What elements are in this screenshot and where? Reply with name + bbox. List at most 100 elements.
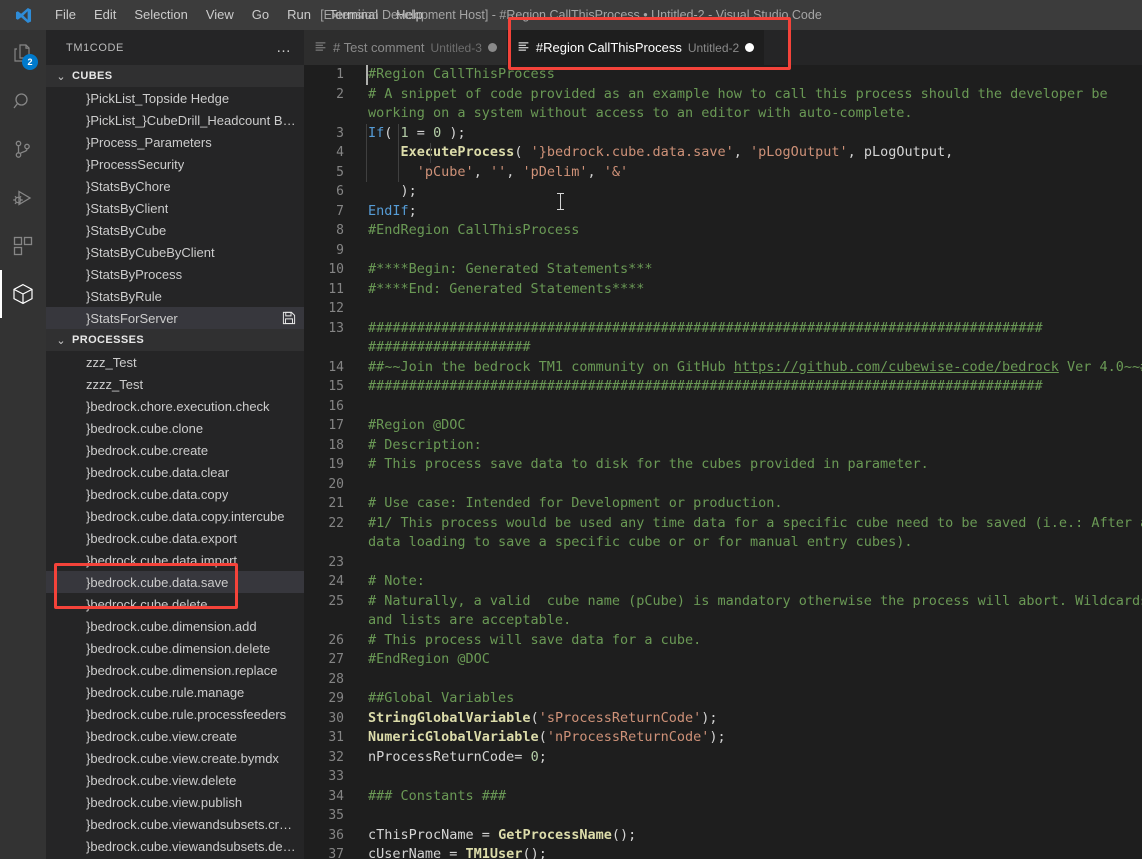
save-icon[interactable] [282, 311, 296, 325]
code-line[interactable] [368, 670, 1142, 690]
code-line[interactable]: and lists are acceptable. [368, 611, 1142, 631]
tree-item[interactable]: }bedrock.cube.data.save [46, 571, 304, 593]
activity-item-search[interactable] [0, 78, 46, 126]
code-line[interactable]: nProcessReturnCode= 0; [368, 748, 1142, 768]
activity-item-source-control[interactable] [0, 126, 46, 174]
code-line[interactable]: # Naturally, a valid cube name (pCube) i… [368, 592, 1142, 612]
code-line[interactable]: #****Begin: Generated Statements*** [368, 260, 1142, 280]
code-line[interactable]: NumericGlobalVariable('nProcessReturnCod… [368, 728, 1142, 748]
tree-item[interactable]: }bedrock.cube.create [46, 439, 304, 461]
code-line[interactable] [368, 767, 1142, 787]
tree-item[interactable]: }bedrock.cube.rule.manage [46, 681, 304, 703]
code-line[interactable]: # This process will save data for a cube… [368, 631, 1142, 651]
tree-item[interactable]: zzzz_Test [46, 373, 304, 395]
tree-item[interactable]: }bedrock.cube.delete [46, 593, 304, 615]
tree-item[interactable]: }bedrock.cube.viewandsubsets.crea... [46, 813, 304, 835]
code-line[interactable]: cUserName = TM1User(); [368, 845, 1142, 859]
code-line[interactable]: # A snippet of code provided as an examp… [368, 85, 1142, 105]
tree-item[interactable]: }PickList_}CubeDrill_Headcount By ... [46, 109, 304, 131]
editor-tab-active[interactable]: #Region CallThisProcess Untitled-2 [506, 30, 765, 65]
code-line[interactable]: ########################################… [368, 319, 1142, 339]
tree-item[interactable]: }bedrock.cube.view.publish [46, 791, 304, 813]
tree-item[interactable]: }StatsByCube [46, 219, 304, 241]
code-line[interactable]: # Use case: Intended for Development or … [368, 494, 1142, 514]
code-line[interactable]: 'pCube', '', 'pDelim', '&' [368, 163, 1142, 183]
code-line[interactable]: working on a system without access to an… [368, 104, 1142, 124]
tree-item[interactable]: }bedrock.cube.dimension.replace [46, 659, 304, 681]
tree-section-cubes[interactable]: ⌄ CUBES [46, 65, 304, 87]
tree-item[interactable]: }bedrock.cube.view.create [46, 725, 304, 747]
tree-item[interactable]: }bedrock.cube.view.create.bymdx [46, 747, 304, 769]
tree-item[interactable]: }bedrock.cube.rule.processfeeders [46, 703, 304, 725]
code-line[interactable]: #EndRegion CallThisProcess [368, 221, 1142, 241]
code-line[interactable]: StringGlobalVariable('sProcessReturnCode… [368, 709, 1142, 729]
tree-item[interactable]: }bedrock.chore.execution.check [46, 395, 304, 417]
code-line[interactable]: ##~~Join the bedrock TM1 community on Gi… [368, 358, 1142, 378]
code-line[interactable]: # Note: [368, 572, 1142, 592]
code-line[interactable]: If( 1 = 0 ); [368, 124, 1142, 144]
code-line[interactable]: # This process save data to disk for the… [368, 455, 1142, 475]
tree-item[interactable]: }Process_Parameters [46, 131, 304, 153]
code-line[interactable]: ); [368, 182, 1142, 202]
tree-item[interactable]: }StatsByProcess [46, 263, 304, 285]
code-line[interactable]: #################### [368, 338, 1142, 358]
code-link[interactable]: https://github.com/cubewise-code/bedrock [734, 359, 1059, 375]
code-line[interactable]: cThisProcName = GetProcessName(); [368, 826, 1142, 846]
activity-item-tm1-cube[interactable] [0, 270, 46, 318]
menu-help[interactable]: Help [387, 0, 432, 30]
menu-file[interactable]: File [46, 0, 85, 30]
code-line[interactable]: ########################################… [368, 377, 1142, 397]
menu-selection[interactable]: Selection [125, 0, 196, 30]
code-line[interactable] [368, 553, 1142, 573]
code-line[interactable] [368, 806, 1142, 826]
code-line[interactable]: EndIf; [368, 202, 1142, 222]
tree-section-processes[interactable]: ⌄ PROCESSES [46, 329, 304, 351]
tree-item[interactable]: }bedrock.cube.viewandsubsets.dele... [46, 835, 304, 857]
tree-item[interactable]: }PickList_Topside Hedge [46, 87, 304, 109]
code-line[interactable]: data loading to save a specific cube or … [368, 533, 1142, 553]
menu-run[interactable]: Run [278, 0, 320, 30]
menu-go[interactable]: Go [243, 0, 278, 30]
tree-item[interactable]: }bedrock.cube.clone [46, 417, 304, 439]
menu-bar[interactable]: File Edit Selection View Go Run Terminal… [46, 0, 432, 30]
code-editor[interactable]: 1223456789101112131314151617181920212222… [304, 65, 1142, 859]
sidebar-more-actions-icon[interactable]: … [276, 40, 292, 55]
menu-terminal[interactable]: Terminal [320, 0, 387, 30]
code-line[interactable]: #1/ This process would be used any time … [368, 514, 1142, 534]
code-line[interactable]: ##Global Variables [368, 689, 1142, 709]
tree-item[interactable]: }ProcessSecurity [46, 153, 304, 175]
code-line[interactable]: # Description: [368, 436, 1142, 456]
tree-item[interactable]: }bedrock.cube.data.import [46, 549, 304, 571]
tree-item[interactable]: zzz_Test [46, 351, 304, 373]
tree-item[interactable]: }StatsForServer [46, 307, 304, 329]
code-line[interactable]: ExecuteProcess( '}bedrock.cube.data.save… [368, 143, 1142, 163]
tree-item[interactable]: }StatsByChore [46, 175, 304, 197]
tree-item[interactable]: }bedrock.cube.data.copy [46, 483, 304, 505]
code-line[interactable]: ### Constants ### [368, 787, 1142, 807]
code-line[interactable]: #****End: Generated Statements**** [368, 280, 1142, 300]
code-line[interactable]: #Region CallThisProcess [368, 65, 1142, 85]
activity-item-explorer[interactable]: 2 [0, 30, 46, 78]
tab-dirty-indicator[interactable] [745, 43, 755, 52]
code-line[interactable]: #Region @DOC [368, 416, 1142, 436]
tree-item[interactable]: }bedrock.cube.data.export [46, 527, 304, 549]
tree-item[interactable]: }StatsByCubeByClient [46, 241, 304, 263]
tree-item[interactable]: }StatsByClient [46, 197, 304, 219]
code-line[interactable] [368, 397, 1142, 417]
tree-item[interactable]: }StatsByRule [46, 285, 304, 307]
menu-view[interactable]: View [197, 0, 243, 30]
tab-dirty-indicator[interactable] [487, 43, 497, 52]
editor-tab-inactive[interactable]: # Test comment Untitled-3 [304, 30, 507, 65]
code-content[interactable]: #Region CallThisProcess # A snippet of co… [366, 65, 1142, 859]
code-line[interactable] [368, 475, 1142, 495]
code-line[interactable] [368, 299, 1142, 319]
code-line[interactable]: #EndRegion @DOC [368, 650, 1142, 670]
tree-item[interactable]: }bedrock.cube.dimension.delete [46, 637, 304, 659]
code-line[interactable] [368, 241, 1142, 261]
menu-edit[interactable]: Edit [85, 0, 125, 30]
tree-item[interactable]: }bedrock.cube.view.delete [46, 769, 304, 791]
activity-item-run-debug[interactable] [0, 174, 46, 222]
activity-item-extensions[interactable] [0, 222, 46, 270]
tree-item[interactable]: }bedrock.cube.data.clear [46, 461, 304, 483]
tree-item[interactable]: }bedrock.cube.dimension.add [46, 615, 304, 637]
